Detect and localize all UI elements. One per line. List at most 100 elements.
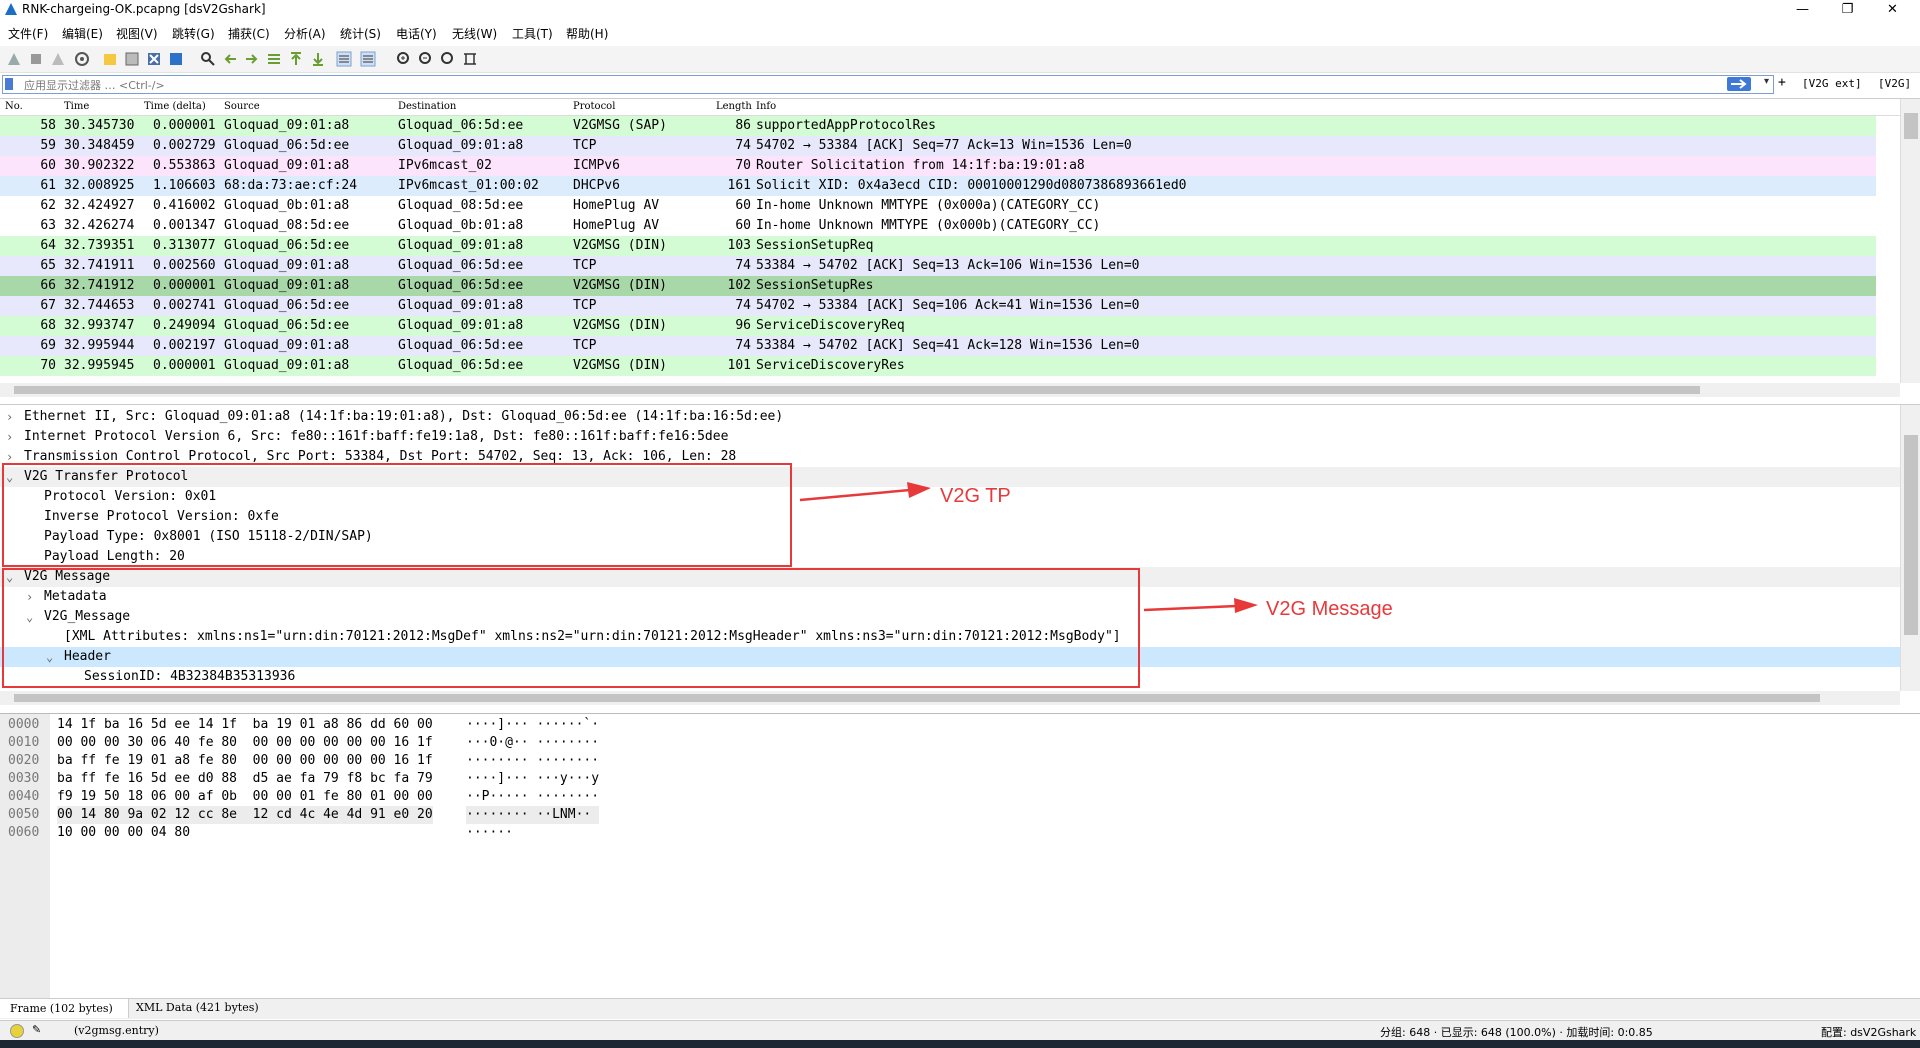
zoom-reset-icon[interactable] [440, 51, 456, 67]
open-file-icon[interactable] [102, 51, 118, 67]
menu-file[interactable]: 文件(F) [8, 25, 48, 42]
add-filter-button[interactable]: + [1778, 75, 1786, 90]
column-header-source[interactable]: Source [224, 101, 260, 112]
go-first-icon[interactable] [288, 51, 304, 67]
restart-capture-icon[interactable] [50, 51, 66, 67]
table-row[interactable]: 69 32.995944 0.002197 Gloquad_09:01:a8 Gloqu… [0, 336, 1876, 356]
scroll-thumb[interactable] [14, 694, 1820, 702]
status-packet-counts: 分组: 648 · 已显示: 648 (100.0%) · 加载时间: 0:0.… [1380, 1026, 1653, 1039]
tree-item[interactable]: › Internet Protocol Version 6, Src: fe80:… [0, 427, 1900, 447]
column-header-time[interactable]: Time [64, 101, 89, 112]
tab-xml-data[interactable]: XML Data (421 bytes) [136, 1001, 259, 1014]
autoscroll-icon[interactable] [336, 51, 352, 67]
byte-ascii[interactable]: ····]··· ······`· [466, 716, 599, 734]
byte-hex[interactable]: ba ff fe 16 5d ee d0 88 d5 ae fa 79 f8 b… [57, 770, 433, 788]
save-file-icon[interactable] [124, 51, 140, 67]
packet-list-vscrollbar[interactable] [1900, 99, 1920, 383]
byte-ascii[interactable]: ····]··· ···y···y [466, 770, 599, 788]
table-row[interactable]: 61 32.008925 1.106603 68:da:73:ae:cf:24 IPv6… [0, 176, 1876, 196]
column-header-destination[interactable]: Destination [398, 101, 456, 112]
display-filter-input[interactable]: 应用显示过滤器 … <Ctrl-/> ▾ [2, 75, 1774, 94]
table-row[interactable]: 58 30.345730 0.000001 Gloquad_09:01:a8 Gloqu… [0, 116, 1876, 136]
byte-hex[interactable]: ba ff fe 19 01 a8 fe 80 00 00 00 00 00 0… [57, 752, 433, 770]
table-row[interactable]: 67 32.744653 0.002741 Gloquad_06:5d:ee Gloqu… [0, 296, 1876, 316]
zoom-out-icon[interactable] [418, 51, 434, 67]
menu-edit[interactable]: 编辑(E) [62, 25, 103, 42]
table-row[interactable]: 63 32.426274 0.001347 Gloquad_08:5d:ee Gloqu… [0, 216, 1876, 236]
byte-ascii[interactable]: ··P····· ········ [466, 788, 599, 806]
menu-capture[interactable]: 捕获(C) [228, 25, 270, 42]
byte-hex[interactable]: 00 14 80 9a 02 12 cc 8e 12 cd 4c 4e 4d 9… [57, 806, 433, 824]
cell-protocol: TCP [573, 138, 597, 153]
tree-item[interactable]: › Ethernet II, Src: Gloquad_09:01:a8 (14:… [0, 407, 1900, 427]
apply-filter-button[interactable] [1727, 77, 1751, 91]
table-row[interactable]: 70 32.995945 0.000001 Gloquad_09:01:a8 Gloqu… [0, 356, 1876, 376]
edit-comment-icon[interactable]: ✎ [32, 1023, 41, 1036]
go-to-packet-icon[interactable] [266, 51, 282, 67]
menu-tools[interactable]: 工具(T) [512, 25, 553, 42]
chevron-right-icon[interactable]: › [6, 407, 13, 427]
close-button[interactable]: ✕ [1870, 0, 1915, 20]
go-back-icon[interactable] [222, 51, 238, 67]
scroll-thumb[interactable] [14, 386, 1700, 394]
go-last-icon[interactable] [310, 51, 326, 67]
column-header-protocol[interactable]: Protocol [573, 101, 615, 112]
resize-columns-icon[interactable] [462, 51, 478, 67]
chevron-down-icon[interactable]: ▾ [1764, 76, 1769, 87]
table-row[interactable]: 68 32.993747 0.249094 Gloquad_06:5d:ee Gloqu… [0, 316, 1876, 336]
start-capture-icon[interactable] [6, 51, 22, 67]
reload-file-icon[interactable] [168, 51, 184, 67]
cell-source: Gloquad_09:01:a8 [224, 258, 350, 273]
byte-ascii[interactable]: ···0·@·· ········ [466, 734, 599, 752]
menu-help[interactable]: 帮助(H) [566, 25, 608, 42]
menu-statistics[interactable]: 统计(S) [340, 25, 381, 42]
filter-button-v2g[interactable]: [V2G] [1878, 77, 1911, 90]
column-header-no[interactable]: No. [5, 101, 23, 112]
menu-wireless[interactable]: 无线(W) [452, 25, 497, 42]
byte-hex[interactable]: 00 00 00 30 06 40 fe 80 00 00 00 00 00 0… [57, 734, 433, 752]
close-file-icon[interactable] [146, 51, 162, 67]
status-profile[interactable]: 配置: dsV2Gshark [1821, 1024, 1916, 1040]
details-vscrollbar[interactable] [1900, 405, 1920, 691]
shark-fin-icon [5, 3, 17, 15]
zoom-in-icon[interactable] [396, 51, 412, 67]
byte-ascii[interactable]: ········ ········ [466, 752, 599, 770]
filter-button-v2g-ext[interactable]: [V2G ext] [1802, 77, 1862, 90]
packet-list-hscrollbar[interactable] [0, 383, 1900, 397]
table-row[interactable]: 64 32.739351 0.313077 Gloquad_06:5d:ee Gloqu… [0, 236, 1876, 256]
byte-ascii[interactable]: ········ ··LNM·· [466, 806, 600, 824]
table-row[interactable]: 60 30.902322 0.553863 Gloquad_09:01:a8 IPv6m… [0, 156, 1876, 176]
byte-ascii[interactable]: ······ [466, 824, 513, 842]
scroll-thumb[interactable] [1904, 435, 1918, 635]
table-row[interactable]: 59 30.348459 0.002729 Gloquad_06:5d:ee Gloqu… [0, 136, 1876, 156]
annotation-box-v2g-message [2, 568, 1140, 688]
menu-analyze[interactable]: 分析(A) [284, 25, 326, 42]
colorize-icon[interactable] [360, 51, 376, 67]
column-header-info[interactable]: Info [756, 101, 776, 112]
table-row[interactable]: 62 32.424927 0.416002 Gloquad_0b:01:a8 Gloqu… [0, 196, 1876, 216]
stop-capture-icon[interactable] [28, 51, 44, 67]
details-hscrollbar[interactable] [0, 691, 1900, 705]
menu-view[interactable]: 视图(V) [116, 25, 158, 42]
maximize-button[interactable]: ❐ [1825, 0, 1870, 20]
scroll-thumb[interactable] [1904, 113, 1918, 139]
table-row[interactable]: 66 32.741912 0.000001 Gloquad_09:01:a8 Gloqu… [0, 276, 1876, 296]
byte-hex[interactable]: 10 00 00 00 04 80 [57, 824, 190, 842]
find-packet-icon[interactable] [200, 51, 216, 67]
column-header-length[interactable]: Length [716, 101, 752, 112]
chevron-right-icon[interactable]: › [6, 427, 13, 447]
tab-frame[interactable]: Frame (102 bytes) [0, 999, 129, 1018]
bytes-tab-bar: Frame (102 bytes) XML Data (421 bytes) [0, 998, 1920, 1019]
capture-options-icon[interactable] [74, 51, 90, 67]
table-row[interactable]: 65 32.741911 0.002560 Gloquad_09:01:a8 Gloqu… [0, 256, 1876, 276]
byte-hex[interactable]: f9 19 50 18 06 00 af 0b 00 00 01 fe 80 0… [57, 788, 433, 806]
go-forward-icon[interactable] [244, 51, 260, 67]
menu-telephony[interactable]: 电话(Y) [396, 25, 437, 42]
expert-info-icon[interactable] [10, 1024, 24, 1038]
minimize-button[interactable]: — [1780, 0, 1825, 20]
menu-go[interactable]: 跳转(G) [172, 25, 215, 42]
cell-no: 69 [40, 338, 56, 353]
column-header-delta[interactable]: Time (delta) [144, 101, 206, 112]
bookmark-icon[interactable] [5, 78, 13, 90]
byte-hex[interactable]: 14 1f ba 16 5d ee 14 1f ba 19 01 a8 86 d… [57, 716, 433, 734]
